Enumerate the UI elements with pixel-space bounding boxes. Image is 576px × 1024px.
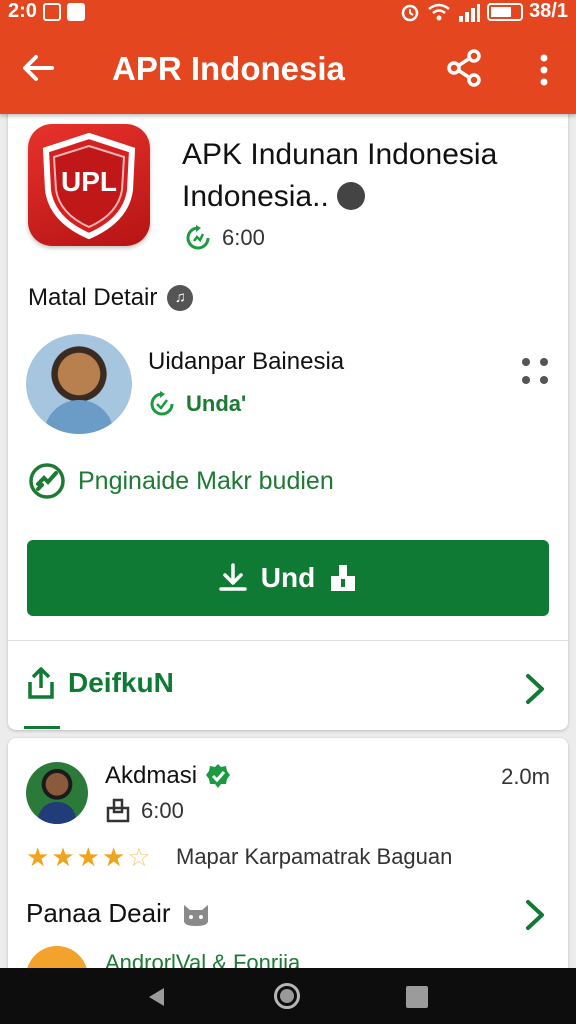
verified-check-icon [206, 764, 231, 788]
notification-icon [66, 2, 85, 21]
more-vert-icon[interactable] [526, 50, 562, 90]
chevron-right-icon[interactable] [522, 672, 548, 706]
alarm-icon [401, 4, 419, 21]
arrow-left-icon[interactable] [18, 48, 58, 88]
install-button[interactable]: Und [27, 540, 549, 616]
star-icon: ★ [51, 842, 75, 872]
status-bar: 2:0 38/1 [0, 0, 576, 24]
review-card: Akdmasi 2.0m 6:00 ★ ★ ★ ★ ☆ Mapar Karpam… [8, 738, 568, 1008]
review-time: 6:00 [141, 798, 184, 823]
battery-icon [487, 2, 524, 21]
developer-status-row: Unda' [148, 390, 246, 418]
app-bar-container: 2:0 38/1 APR Indonesia [0, 0, 576, 114]
app-detail-card: UPL APK Indunan Indonesia Indonesia.. 6:… [8, 100, 568, 730]
divider [8, 640, 568, 641]
developer-status: Unda' [186, 391, 247, 416]
app-bar: APR Indonesia [0, 28, 576, 112]
share-row[interactable]: DeifkuN [26, 666, 174, 700]
share-upload-icon [28, 667, 54, 699]
status-right: 38/1 [399, 0, 568, 23]
chevron-right-icon[interactable] [522, 898, 548, 932]
more-options-icon[interactable] [518, 354, 554, 390]
star-icon: ★ [101, 842, 126, 872]
nav-back-icon[interactable] [146, 986, 166, 1008]
developer-name[interactable]: Uidanpar Bainesia [148, 348, 344, 376]
app-time: 6:00 [222, 225, 265, 250]
status-left: 2:0 [8, 0, 85, 23]
cat-icon [183, 904, 208, 926]
verified-text: Pnginaide Makr budien [78, 466, 334, 495]
review-text: Mapar Karpamatrak Baguan [176, 844, 453, 869]
system-nav-bar [0, 968, 576, 1024]
battery-level: 38/1 [529, 0, 568, 22]
nav-recents-icon[interactable] [406, 986, 428, 1008]
shield-icon: UPL [42, 132, 136, 240]
package-outline-icon [106, 798, 130, 823]
music-note-icon: ♫ [167, 285, 194, 311]
app-name: APK Indunan Indonesia Indonesia.. [182, 134, 552, 218]
share-icon[interactable] [444, 48, 484, 88]
page-title: APR Indonesia [112, 50, 345, 87]
signal-icon [459, 3, 481, 22]
wifi-icon [428, 3, 450, 20]
developer-avatar[interactable] [26, 334, 132, 434]
reviewer-name-row: Akdmasi [105, 762, 231, 790]
sync-icon [186, 225, 210, 250]
review-age: 2.0m [501, 764, 550, 789]
more-title: Panaa Deair [26, 898, 171, 928]
app-time-row: 6:00 [184, 224, 265, 252]
app-icon[interactable]: UPL [28, 124, 150, 246]
more-title-row[interactable]: Panaa Deair [26, 898, 211, 929]
reviewer-avatar[interactable] [26, 762, 88, 824]
details-title: Matal Detair [28, 284, 158, 311]
star-icon: ★ [26, 842, 50, 872]
rating-stars: ★ ★ ★ ★ ☆ [26, 844, 151, 870]
star-icon: ★ [76, 842, 100, 872]
sync-icon [150, 391, 174, 416]
install-button-label: Und [260, 562, 316, 593]
tab-indicator [24, 726, 60, 729]
sim-icon [42, 2, 61, 21]
share-row-label: DeifkuN [68, 667, 174, 698]
verified-icon [29, 463, 65, 499]
badge-icon [336, 182, 365, 211]
download-icon [219, 563, 247, 591]
package-icon [331, 565, 356, 591]
star-half-icon: ☆ [127, 842, 151, 872]
status-time: 2:0 [8, 0, 37, 22]
app-icon-text: UPL [61, 166, 117, 197]
verified-row: Pnginaide Makr budien [28, 462, 334, 500]
reviewer-name[interactable]: Akdmasi [105, 762, 197, 790]
details-title-row: Matal Detair ♫ [28, 284, 194, 312]
nav-home-icon[interactable] [274, 983, 300, 1009]
review-meta: 6:00 [105, 798, 184, 824]
